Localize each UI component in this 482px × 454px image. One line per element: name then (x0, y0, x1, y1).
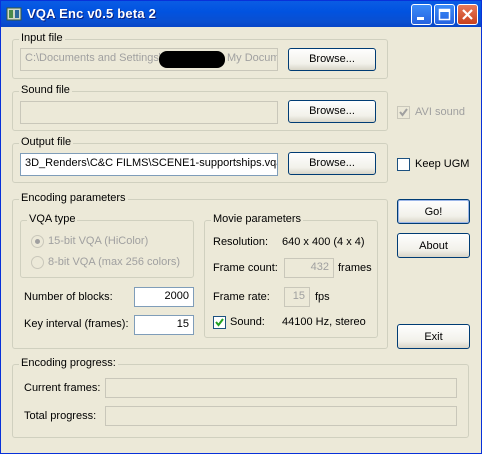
frame-rate-unit: fps (315, 291, 330, 303)
total-progress-bar (105, 406, 457, 426)
app-icon (6, 7, 22, 21)
output-browse-button[interactable]: Browse... (288, 152, 376, 175)
input-file-path-start: C:\Documents and Settings\ (25, 52, 162, 64)
key-interval-input[interactable]: 15 (134, 315, 194, 335)
movie-parameters-label: Movie parameters (211, 213, 304, 225)
radio-8bit-label: 8-bit VQA (max 256 colors) (48, 256, 181, 268)
vqa-type-group: VQA type (20, 213, 194, 278)
input-browse-button[interactable]: Browse... (288, 48, 376, 71)
checkmark-icon (215, 318, 224, 327)
keep-ugm-label: Keep UGM (415, 158, 470, 170)
close-button[interactable] (457, 4, 478, 25)
sound-browse-button[interactable]: Browse... (288, 100, 376, 123)
minimize-button[interactable] (411, 4, 432, 25)
blocks-label: Number of blocks: (24, 291, 113, 303)
total-progress-label: Total progress: (24, 410, 97, 422)
keep-ugm-checkbox[interactable] (397, 158, 410, 171)
sound-file-label: Sound file (19, 84, 72, 96)
encoding-progress-group: Encoding progress: (12, 357, 469, 438)
frame-count-unit: frames (338, 262, 372, 274)
radio-15bit-label: 15-bit VQA (HiColor) (48, 235, 149, 247)
output-file-label: Output file (19, 136, 74, 148)
input-file-field[interactable]: C:\Documents and Settings\ My Docum (20, 48, 278, 71)
blocks-input[interactable]: 2000 (134, 287, 194, 307)
key-interval-label: Key interval (frames): (24, 318, 129, 330)
resolution-label: Resolution: (213, 236, 269, 248)
sound-label: Sound: (230, 316, 265, 328)
frame-rate-field: 15 (284, 287, 310, 307)
sound-file-field[interactable] (20, 101, 278, 124)
frame-rate-label: Frame rate: (213, 291, 270, 303)
input-file-label: Input file (19, 32, 65, 44)
avi-sound-checkbox[interactable] (397, 106, 410, 119)
sound-checkbox[interactable] (213, 316, 226, 329)
frame-count-field: 432 (284, 258, 334, 278)
encoding-parameters-label: Encoding parameters (19, 192, 128, 204)
redaction-scribble (159, 51, 225, 68)
checkmark-icon (399, 108, 408, 117)
exit-button[interactable]: Exit (397, 324, 470, 349)
title-bar[interactable]: VQA Enc v0.5 beta 2 (1, 1, 481, 27)
current-frames-label: Current frames: (24, 382, 101, 394)
vqa-type-label: VQA type (27, 213, 78, 225)
resolution-value: 640 x 400 (4 x 4) (282, 236, 365, 248)
main-window: VQA Enc v0.5 beta 2 Input file C:\Docume… (0, 0, 482, 454)
about-button[interactable]: About (397, 233, 470, 258)
frame-count-label: Frame count: (213, 262, 278, 274)
radio-15bit[interactable] (31, 235, 44, 248)
window-title: VQA Enc v0.5 beta 2 (27, 6, 157, 21)
input-file-path-end: My Docum (227, 52, 278, 64)
maximize-button[interactable] (434, 4, 455, 25)
current-frames-progress (105, 378, 457, 398)
sound-value: 44100 Hz, stereo (282, 316, 366, 328)
close-icon (462, 9, 473, 20)
minimize-icon (417, 17, 424, 20)
maximize-icon (438, 8, 451, 21)
output-file-field[interactable]: 3D_Renders\C&C FILMS\SCENE1-supportships… (20, 153, 278, 176)
avi-sound-label: AVI sound (415, 106, 465, 118)
encoding-progress-label: Encoding progress: (19, 357, 118, 369)
go-button[interactable]: Go! (397, 199, 470, 224)
radio-8bit[interactable] (31, 256, 44, 269)
